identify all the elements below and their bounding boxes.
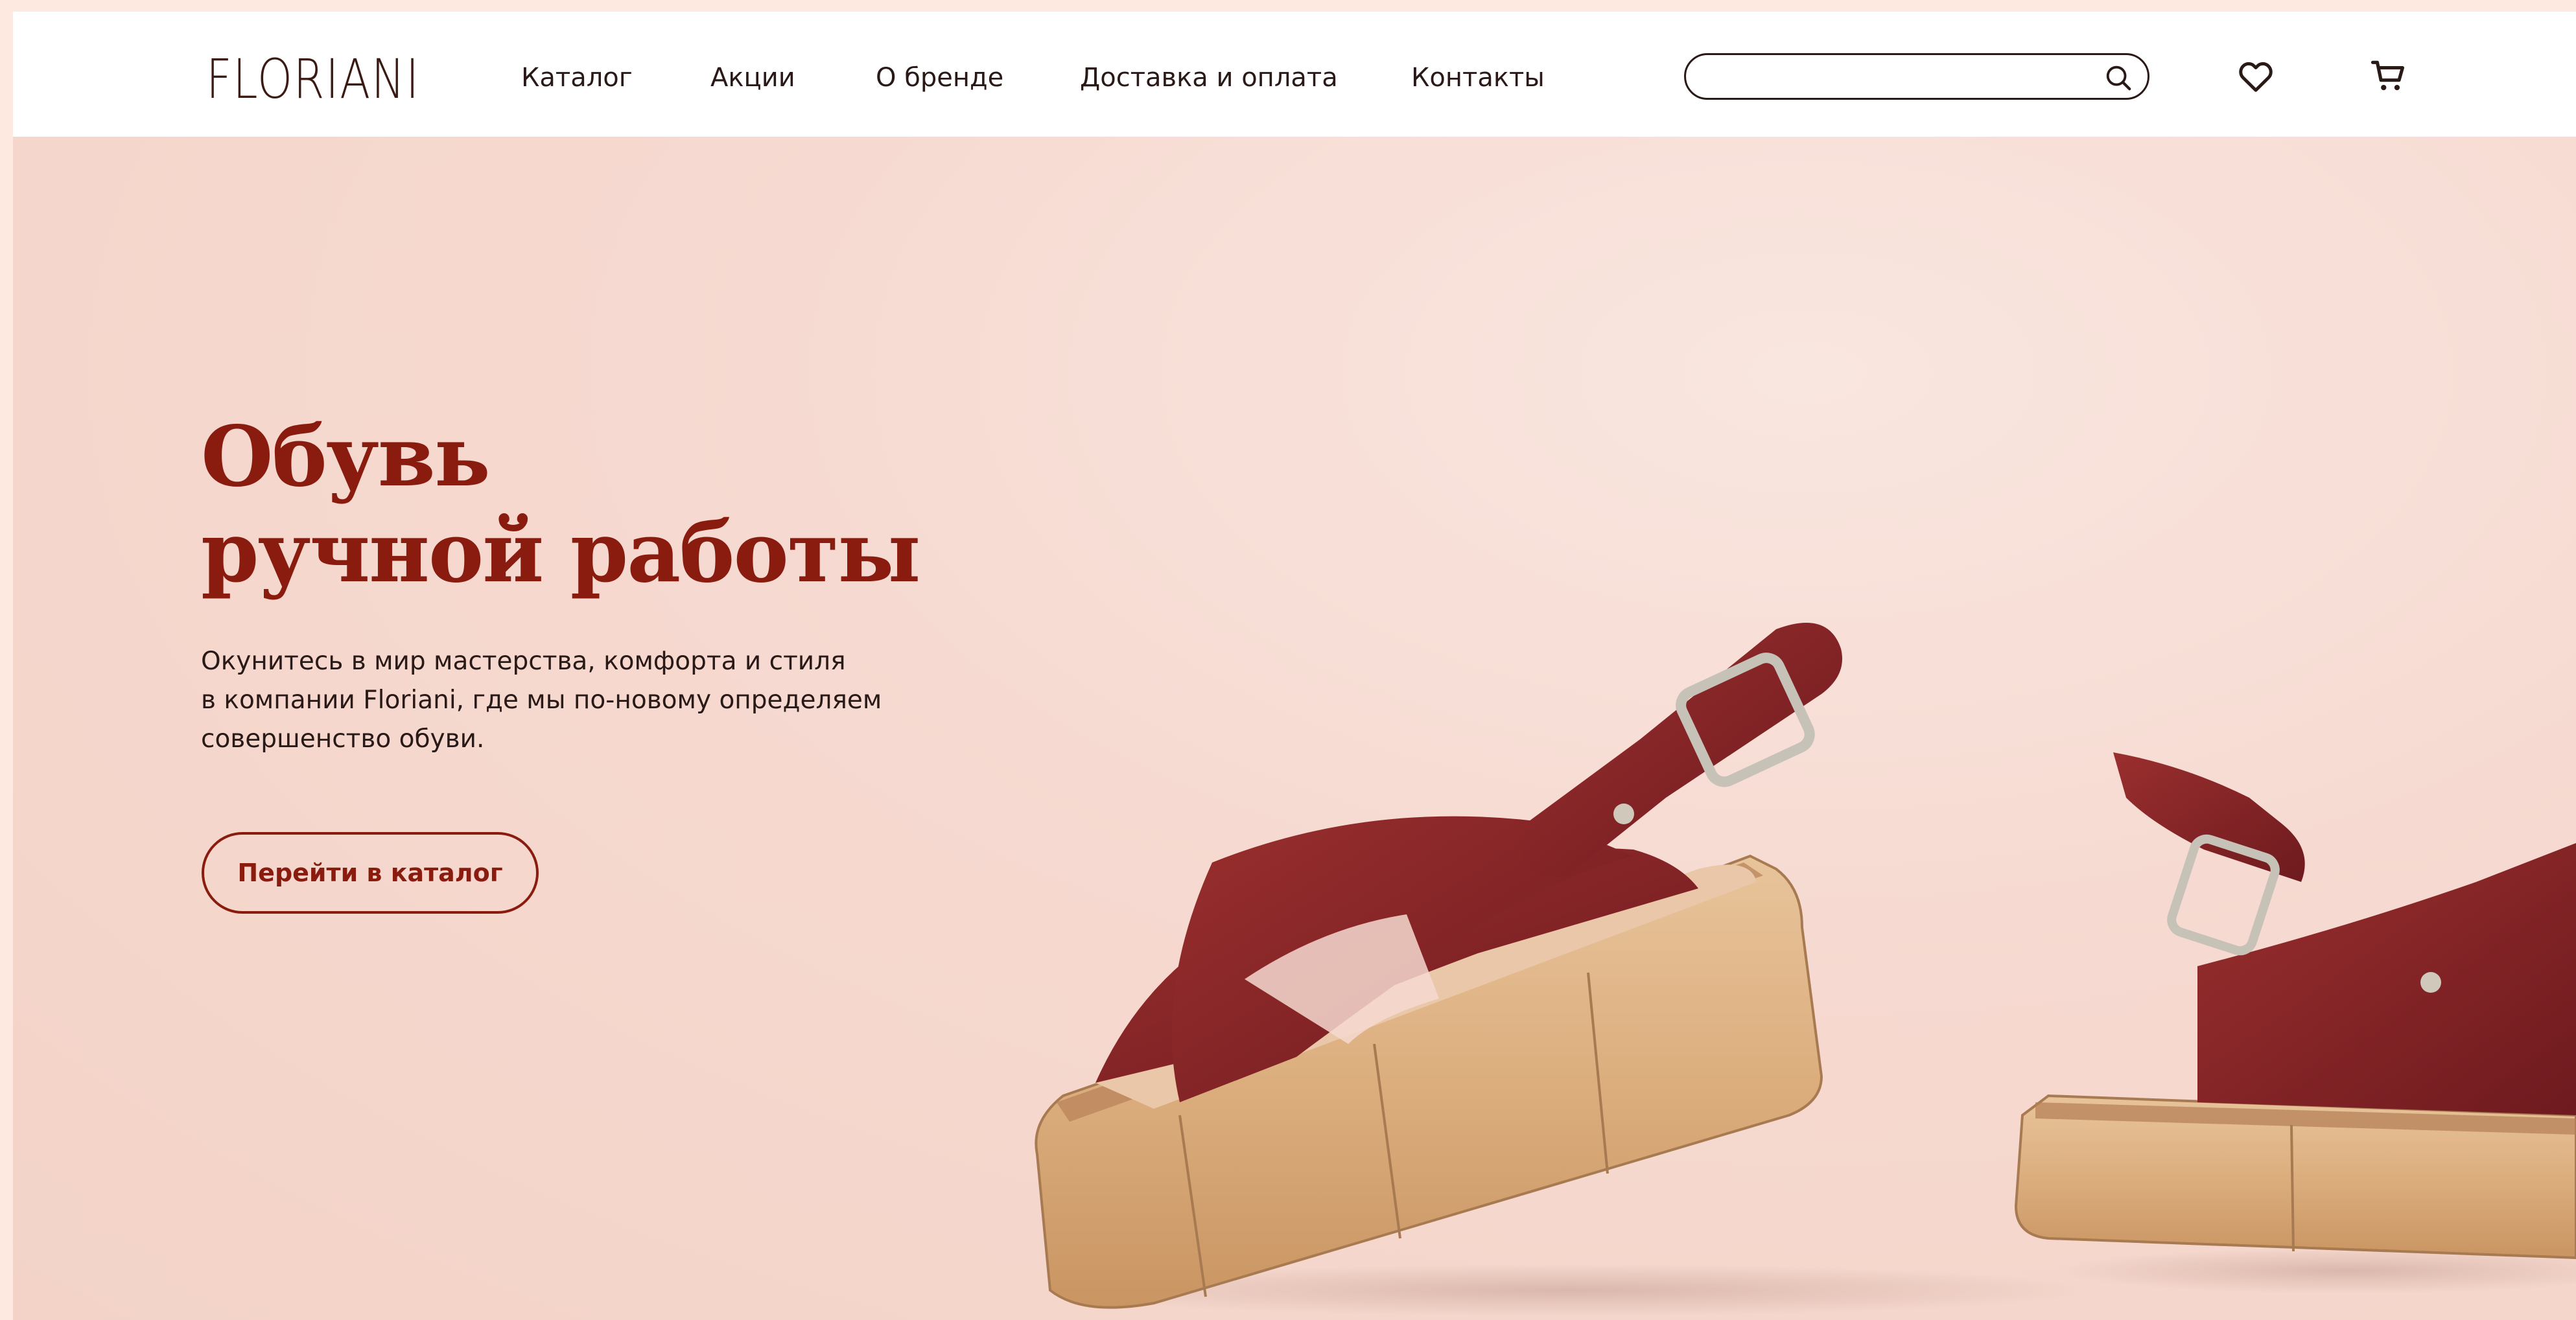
hero-sandals-image (1035, 623, 2576, 1316)
hero-description-line-3: совершенство обуви. (201, 724, 485, 754)
nav-item-about-brand[interactable]: О бренде (876, 62, 1003, 93)
heart-icon[interactable] (2236, 57, 2275, 96)
search-input[interactable] (1705, 60, 2081, 94)
hero-description: Окунитесь в мир мастерства, комфорта и с… (201, 642, 914, 759)
hero-title-line-2: ручной работы (201, 504, 920, 601)
hero-section: Обувь ручной работы Окунитесь в мир маст… (13, 137, 2576, 1320)
nav-item-delivery-payment[interactable]: Доставка и оплата (1080, 62, 1338, 93)
hero-title: Обувь ручной работы (201, 409, 920, 601)
brand-logo[interactable]: FLORIANI (206, 49, 420, 109)
hero-description-line-1: Окунитесь в мир мастерства, комфорта и с… (201, 647, 846, 676)
nav-item-contacts[interactable]: Контакты (1411, 62, 1545, 93)
search-icon[interactable] (2103, 63, 2133, 93)
nav-item-promotions[interactable]: Акции (710, 62, 795, 93)
page-top-margin (0, 0, 2576, 12)
cart-icon[interactable] (2369, 56, 2409, 96)
go-to-catalog-button[interactable]: Перейти в каталог (202, 832, 539, 914)
nav-item-catalog[interactable]: Каталог (521, 62, 633, 93)
site-header: FLORIANI Каталог Акции О бренде Доставка… (13, 12, 2576, 137)
hero-title-line-1: Обувь (201, 408, 491, 505)
page-left-margin (0, 0, 13, 1320)
page: FLORIANI Каталог Акции О бренде Доставка… (13, 12, 2576, 1320)
hero-description-line-2: в компании Floriani, где мы по-новому оп… (201, 686, 882, 715)
search-box (1684, 53, 2149, 100)
